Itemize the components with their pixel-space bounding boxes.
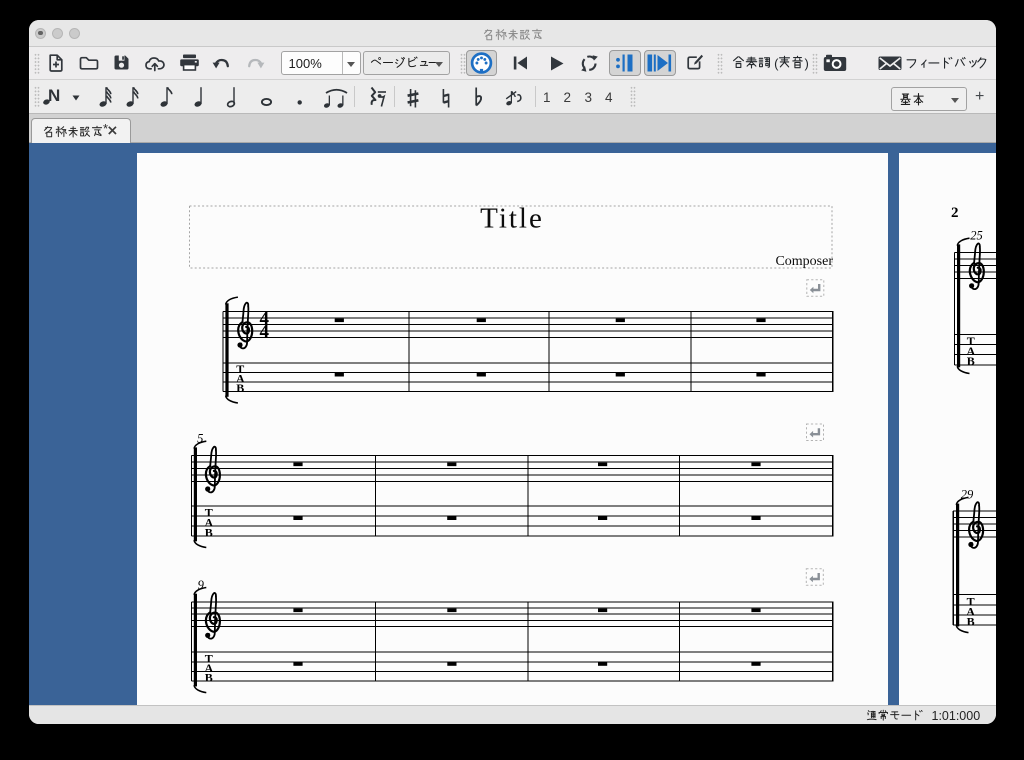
- svg-text:5: 5: [197, 432, 203, 446]
- svg-text:B: B: [236, 381, 244, 395]
- svg-text:B: B: [205, 525, 213, 539]
- svg-text:B: B: [205, 671, 213, 685]
- svg-text:Composer: Composer: [775, 254, 833, 269]
- svg-text:25: 25: [970, 228, 983, 242]
- svg-text:B: B: [967, 615, 975, 629]
- svg-text:29: 29: [961, 488, 974, 502]
- svg-text:B: B: [967, 354, 975, 368]
- svg-text:4: 4: [260, 321, 270, 342]
- svg-text:2: 2: [951, 205, 959, 221]
- svg-text:Title: Title: [480, 202, 544, 234]
- svg-text:9: 9: [198, 578, 205, 592]
